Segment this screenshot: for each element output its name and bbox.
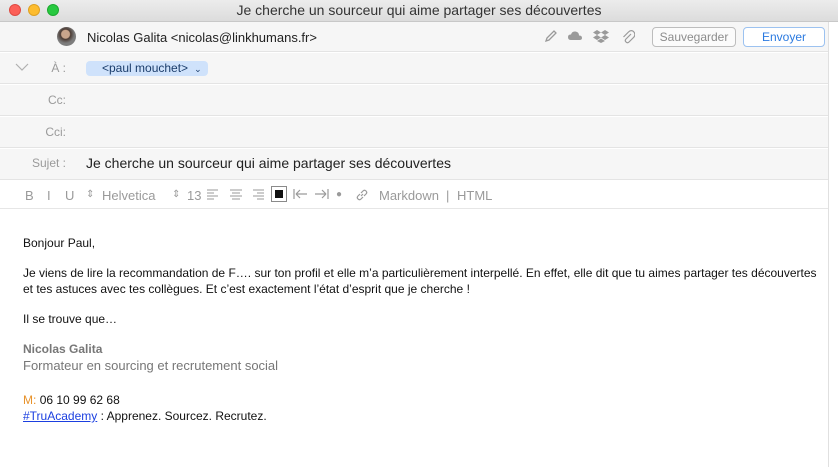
subject-label: Sujet : [31, 156, 66, 170]
bold-button[interactable]: B [25, 188, 34, 203]
underline-button[interactable]: U [65, 188, 74, 203]
cloud-icon[interactable] [567, 29, 583, 45]
phone-label: M: [23, 393, 37, 407]
signature-role: Formateur en sourcing et recrutement soc… [23, 358, 279, 373]
pill-chevron-icon[interactable]: ⌄ [194, 64, 202, 74]
italic-button[interactable]: I [47, 188, 51, 203]
pencil-icon[interactable] [543, 29, 559, 45]
font-stepper-icon[interactable]: ⇕ [86, 189, 94, 200]
link-icon[interactable] [355, 188, 369, 205]
body-paragraph-1: Je viens de lire la recommandation de F…… [23, 266, 817, 296]
signature-phone-line: M: 06 10 99 62 68 [23, 392, 823, 408]
to-row: À : <paul mouchet> ⌄ [0, 53, 828, 84]
save-button[interactable]: Sauvegarder [652, 27, 736, 47]
align-center-icon[interactable] [229, 188, 243, 203]
font-select[interactable]: Helvetica [102, 188, 155, 203]
text-color-button[interactable] [271, 186, 287, 202]
cc-label: Cc: [48, 93, 66, 107]
body-paragraph-2: Il se trouve que… [23, 312, 118, 326]
hashtag-link[interactable]: #TruAcademy [23, 409, 97, 423]
signature-tagline-line: #TruAcademy : Apprenez. Sourcez. Recrute… [23, 408, 823, 424]
from-row: Nicolas Galita <nicolas@linkhumans.fr> S… [0, 22, 828, 52]
font-size-select[interactable]: 13 [187, 188, 201, 203]
title-bar: Je cherche un sourceur qui aime partager… [0, 0, 838, 22]
outdent-icon[interactable] [293, 188, 309, 203]
size-stepper-icon[interactable]: ⇕ [172, 189, 180, 200]
html-toggle[interactable]: HTML [457, 188, 492, 203]
from-sender[interactable]: Nicolas Galita <nicolas@linkhumans.fr> [87, 30, 317, 45]
phone-number: 06 10 99 62 68 [39, 393, 120, 407]
dropbox-icon[interactable] [593, 29, 609, 45]
tagline: : Apprenez. Sourcez. Recrutez. [97, 409, 267, 423]
greeting: Bonjour Paul, [23, 236, 96, 250]
cc-row[interactable]: Cc: [0, 85, 828, 116]
send-button[interactable]: Envoyer [743, 27, 825, 47]
chevron-down-icon[interactable] [15, 61, 29, 73]
window-title: Je cherche un sourceur qui aime partager… [236, 2, 602, 18]
window-edge [828, 22, 838, 467]
align-left-icon[interactable] [206, 188, 220, 203]
toolbar-separator: | [446, 188, 450, 203]
paperclip-icon[interactable] [620, 29, 636, 45]
recipient-pill[interactable]: <paul mouchet> ⌄ [86, 61, 208, 76]
avatar [57, 27, 76, 46]
format-toolbar: B I U ⇕ Helvetica ⇕ 13 ● Markdown | HTML [0, 181, 828, 209]
signature-name: Nicolas Galita [23, 342, 103, 356]
message-body[interactable]: Bonjour Paul, Je viens de lire la recomm… [23, 235, 823, 424]
markdown-toggle[interactable]: Markdown [379, 188, 439, 203]
bullet-list-icon[interactable]: ● [336, 189, 342, 200]
subject-field[interactable]: Je cherche un sourceur qui aime partager… [86, 155, 451, 171]
indent-icon[interactable] [313, 188, 329, 203]
cci-label: Cci: [45, 125, 66, 139]
align-right-icon[interactable] [251, 188, 265, 203]
recipient-name: <paul mouchet> [102, 61, 189, 75]
to-label: À : [51, 61, 66, 75]
subject-row: Sujet : Je cherche un sourceur qui aime … [0, 149, 828, 180]
cci-row[interactable]: Cci: [0, 117, 828, 148]
